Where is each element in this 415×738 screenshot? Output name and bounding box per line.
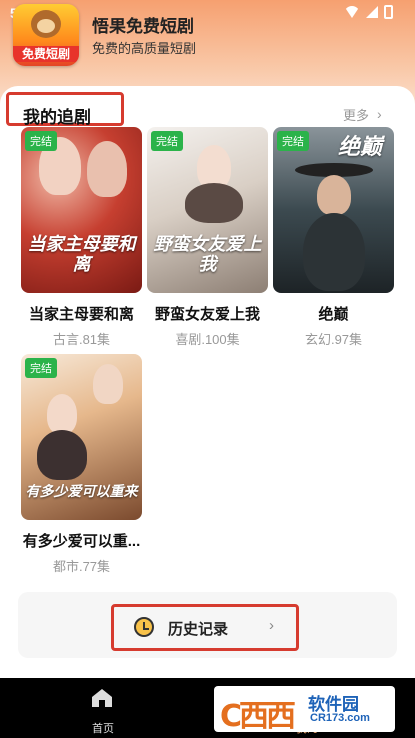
poster-figure — [93, 364, 123, 404]
app-name: 悟果免费短剧 — [92, 17, 194, 36]
monkey-mascot-icon — [31, 10, 61, 38]
tab-home[interactable]: 首页 — [92, 720, 114, 736]
watermark: C西西 软件园 CR173.com — [214, 686, 395, 732]
app-logo-text: 免费短剧 — [13, 46, 79, 62]
drama-title[interactable]: 当家主母要和离 — [21, 303, 142, 324]
app-logo: 免费短剧 — [13, 4, 79, 66]
completed-badge: 完结 — [277, 131, 309, 151]
poster-figure — [303, 213, 365, 291]
drama-title[interactable]: 有多少爱可以重... — [21, 530, 142, 551]
wifi-icon — [344, 6, 360, 18]
drama-card[interactable]: 完结 当家主母要和离 当家主母要和离 古言.81集 — [21, 127, 142, 348]
drama-meta: 都市.77集 — [52, 559, 111, 574]
drama-card[interactable]: 完结 有多少爱可以重来 有多少爱可以重... 都市.77集 — [21, 354, 142, 575]
poster-figure — [185, 183, 243, 223]
completed-badge: 完结 — [25, 358, 57, 378]
drama-poster[interactable]: 完结 野蛮女友爱上我 — [147, 127, 268, 293]
chevron-right-icon: › — [269, 617, 274, 634]
battery-icon — [384, 5, 393, 19]
more-link[interactable]: 更多 — [343, 105, 369, 124]
chevron-right-icon[interactable]: › — [377, 106, 382, 122]
poster-title-art: 当家主母要和离 — [27, 234, 136, 275]
drama-card[interactable]: 完结 野蛮女友爱上我 野蛮女友爱上我 喜剧.100集 — [147, 127, 268, 348]
poster-figure — [317, 175, 351, 215]
completed-badge: 完结 — [25, 131, 57, 151]
drama-title[interactable]: 野蛮女友爱上我 — [147, 303, 268, 324]
drama-meta: 玄幻.97集 — [304, 332, 363, 347]
poster-figure — [37, 430, 87, 480]
history-button[interactable]: 历史记录 › — [111, 604, 299, 651]
drama-poster[interactable]: 完结 绝巅 — [273, 127, 394, 293]
poster-figure — [47, 394, 77, 434]
poster-figure — [87, 141, 127, 197]
drama-poster[interactable]: 完结 有多少爱可以重来 — [21, 354, 142, 520]
poster-title-art: 有多少爱可以重来 — [25, 484, 138, 500]
watermark-logo: C西西 — [220, 699, 296, 732]
clock-icon — [134, 617, 154, 637]
drama-card[interactable]: 完结 绝巅 绝巅 玄幻.97集 — [273, 127, 394, 348]
poster-title-art: 野蛮女友爱上我 — [153, 234, 262, 275]
drama-meta: 喜剧.100集 — [175, 332, 240, 347]
completed-badge: 完结 — [151, 131, 183, 151]
drama-title[interactable]: 绝巅 — [273, 303, 394, 324]
status-icons — [344, 5, 393, 19]
history-label: 历史记录 — [168, 621, 229, 638]
app-slogan: 免费的高质量短剧 — [92, 41, 197, 56]
drama-poster[interactable]: 完结 当家主母要和离 — [21, 127, 142, 293]
home-icon[interactable] — [91, 688, 113, 708]
drama-meta: 古言.81集 — [52, 332, 111, 347]
signal-icon — [366, 6, 378, 18]
watermark-url: CR173.com — [310, 712, 370, 724]
section-title: 我的追剧 — [6, 92, 124, 127]
